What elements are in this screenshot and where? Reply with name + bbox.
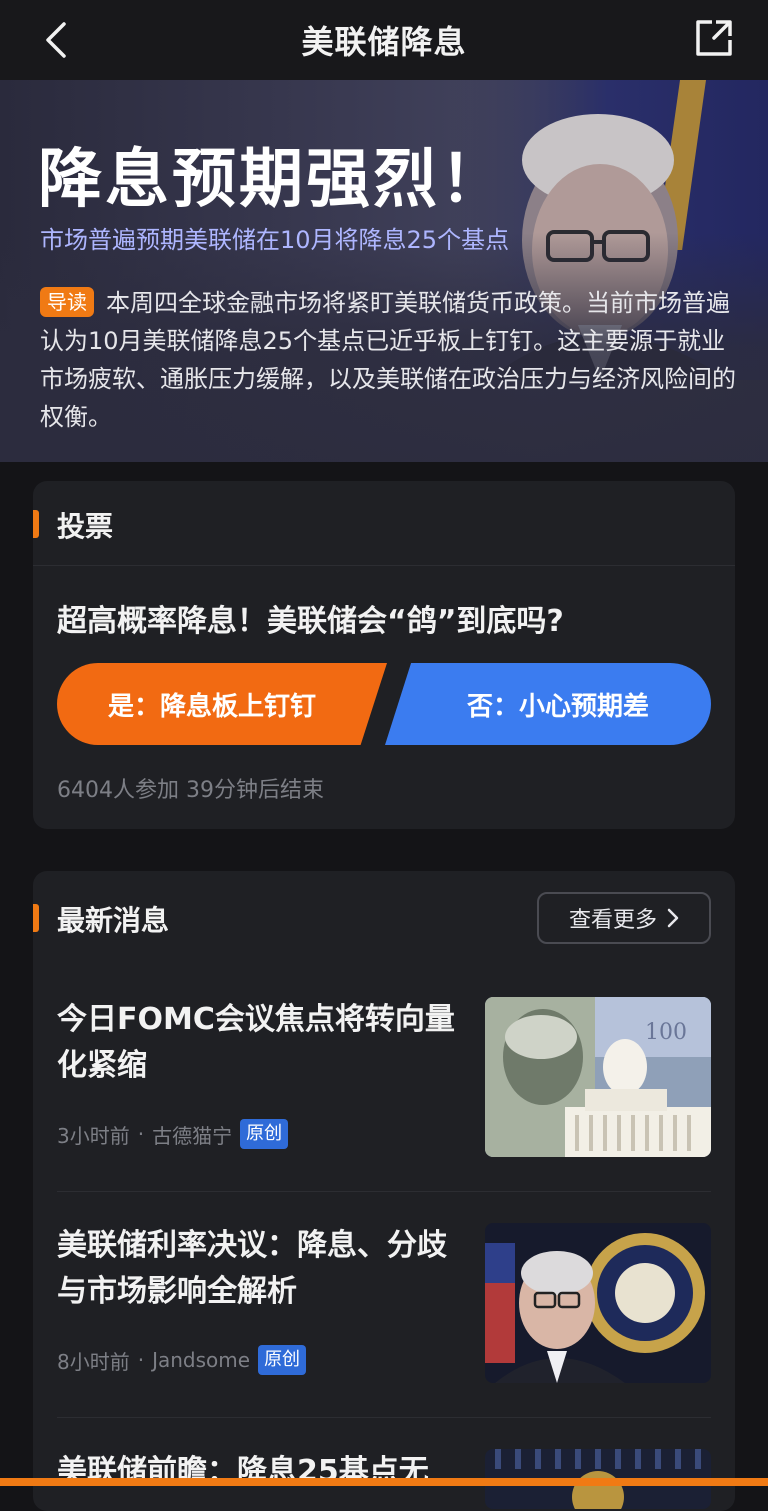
- divider: [57, 1191, 711, 1192]
- bottom-accent-bar: [0, 1478, 768, 1486]
- hero-banner: 降息预期强烈！ 市场普遍预期美联储在10月将降息25个基点 导读 本周四全球金融市…: [0, 80, 768, 462]
- original-badge: 原创: [240, 1119, 289, 1149]
- vote-no-button[interactable]: 否：小心预期差: [385, 663, 711, 745]
- hero-headline: 降息预期强烈！: [38, 143, 507, 217]
- section-accent-bar: [33, 904, 39, 932]
- vote-question: 超高概率降息！美联储会“鸽”到底吗?: [57, 604, 564, 639]
- share-icon[interactable]: [694, 18, 734, 58]
- section-accent-bar: [33, 510, 39, 538]
- news-meta: 8小时前 · Jandsome 原创: [57, 1345, 307, 1375]
- vote-meta: 6404人参加 39分钟后结束: [57, 778, 324, 803]
- hero-subhead: 市场普遍预期美联储在10月将降息25个基点: [40, 226, 510, 254]
- chevron-left-icon[interactable]: [36, 20, 76, 60]
- svg-text:100: 100: [645, 1020, 687, 1045]
- vote-yes-button[interactable]: 是：降息板上钉钉: [57, 663, 387, 745]
- news-thumbnail: [485, 1223, 711, 1383]
- view-more-label: 查看更多: [568, 908, 657, 933]
- lead-badge: 导读: [40, 287, 94, 317]
- news-time: 8小时前: [57, 1349, 130, 1374]
- meta-separator: ·: [137, 1348, 145, 1372]
- divider: [57, 1417, 711, 1418]
- hero-lead-paragraph: 导读 本周四全球金融市场将紧盯美联储货币政策。当前市场普遍认为10月美联储降息25…: [40, 284, 740, 436]
- news-title: 今日FOMC会议焦点将转向量化紧缩: [57, 1002, 455, 1083]
- news-author: Jandsome: [152, 1348, 251, 1372]
- view-more-button[interactable]: 查看更多: [537, 892, 711, 944]
- news-author: 古德猫宁: [152, 1123, 233, 1148]
- lead-text: 本周四全球金融市场将紧盯美联储货币政策。当前市场普遍认为10月美联储降息25个基…: [40, 289, 736, 431]
- page-title: 美联储降息: [301, 23, 467, 61]
- news-thumbnail: 100: [485, 997, 711, 1157]
- news-item[interactable]: 美联储利率决议：降息、分歧与市场影响全解析 8小时前 · Jandsome 原创: [57, 1223, 711, 1393]
- news-time: 3小时前: [57, 1123, 130, 1148]
- meta-separator: ·: [137, 1122, 145, 1146]
- vote-section-title: 投票: [57, 510, 114, 543]
- vote-card: 投票 超高概率降息！美联储会“鸽”到底吗? 是：降息板上钉钉 否：小心预期差 6…: [33, 481, 735, 829]
- news-title: 美联储前瞻：降息25基点无: [57, 1454, 429, 1489]
- news-section-title: 最新消息: [57, 904, 170, 937]
- original-badge: 原创: [258, 1345, 307, 1375]
- news-item[interactable]: 今日FOMC会议焦点将转向量化紧缩 3小时前 · 古德猫宁 原创 100: [57, 997, 711, 1167]
- divider: [33, 565, 735, 566]
- chevron-right-icon: [667, 908, 679, 928]
- news-card: 最新消息 查看更多 今日FOMC会议焦点将转向量化紧缩 3小时前 · 古德猫宁 …: [33, 871, 735, 1511]
- top-bar: 美联储降息: [0, 0, 768, 80]
- news-title: 美联储利率决议：降息、分歧与市场影响全解析: [57, 1228, 447, 1309]
- news-meta: 3小时前 · 古德猫宁 原创: [57, 1119, 289, 1149]
